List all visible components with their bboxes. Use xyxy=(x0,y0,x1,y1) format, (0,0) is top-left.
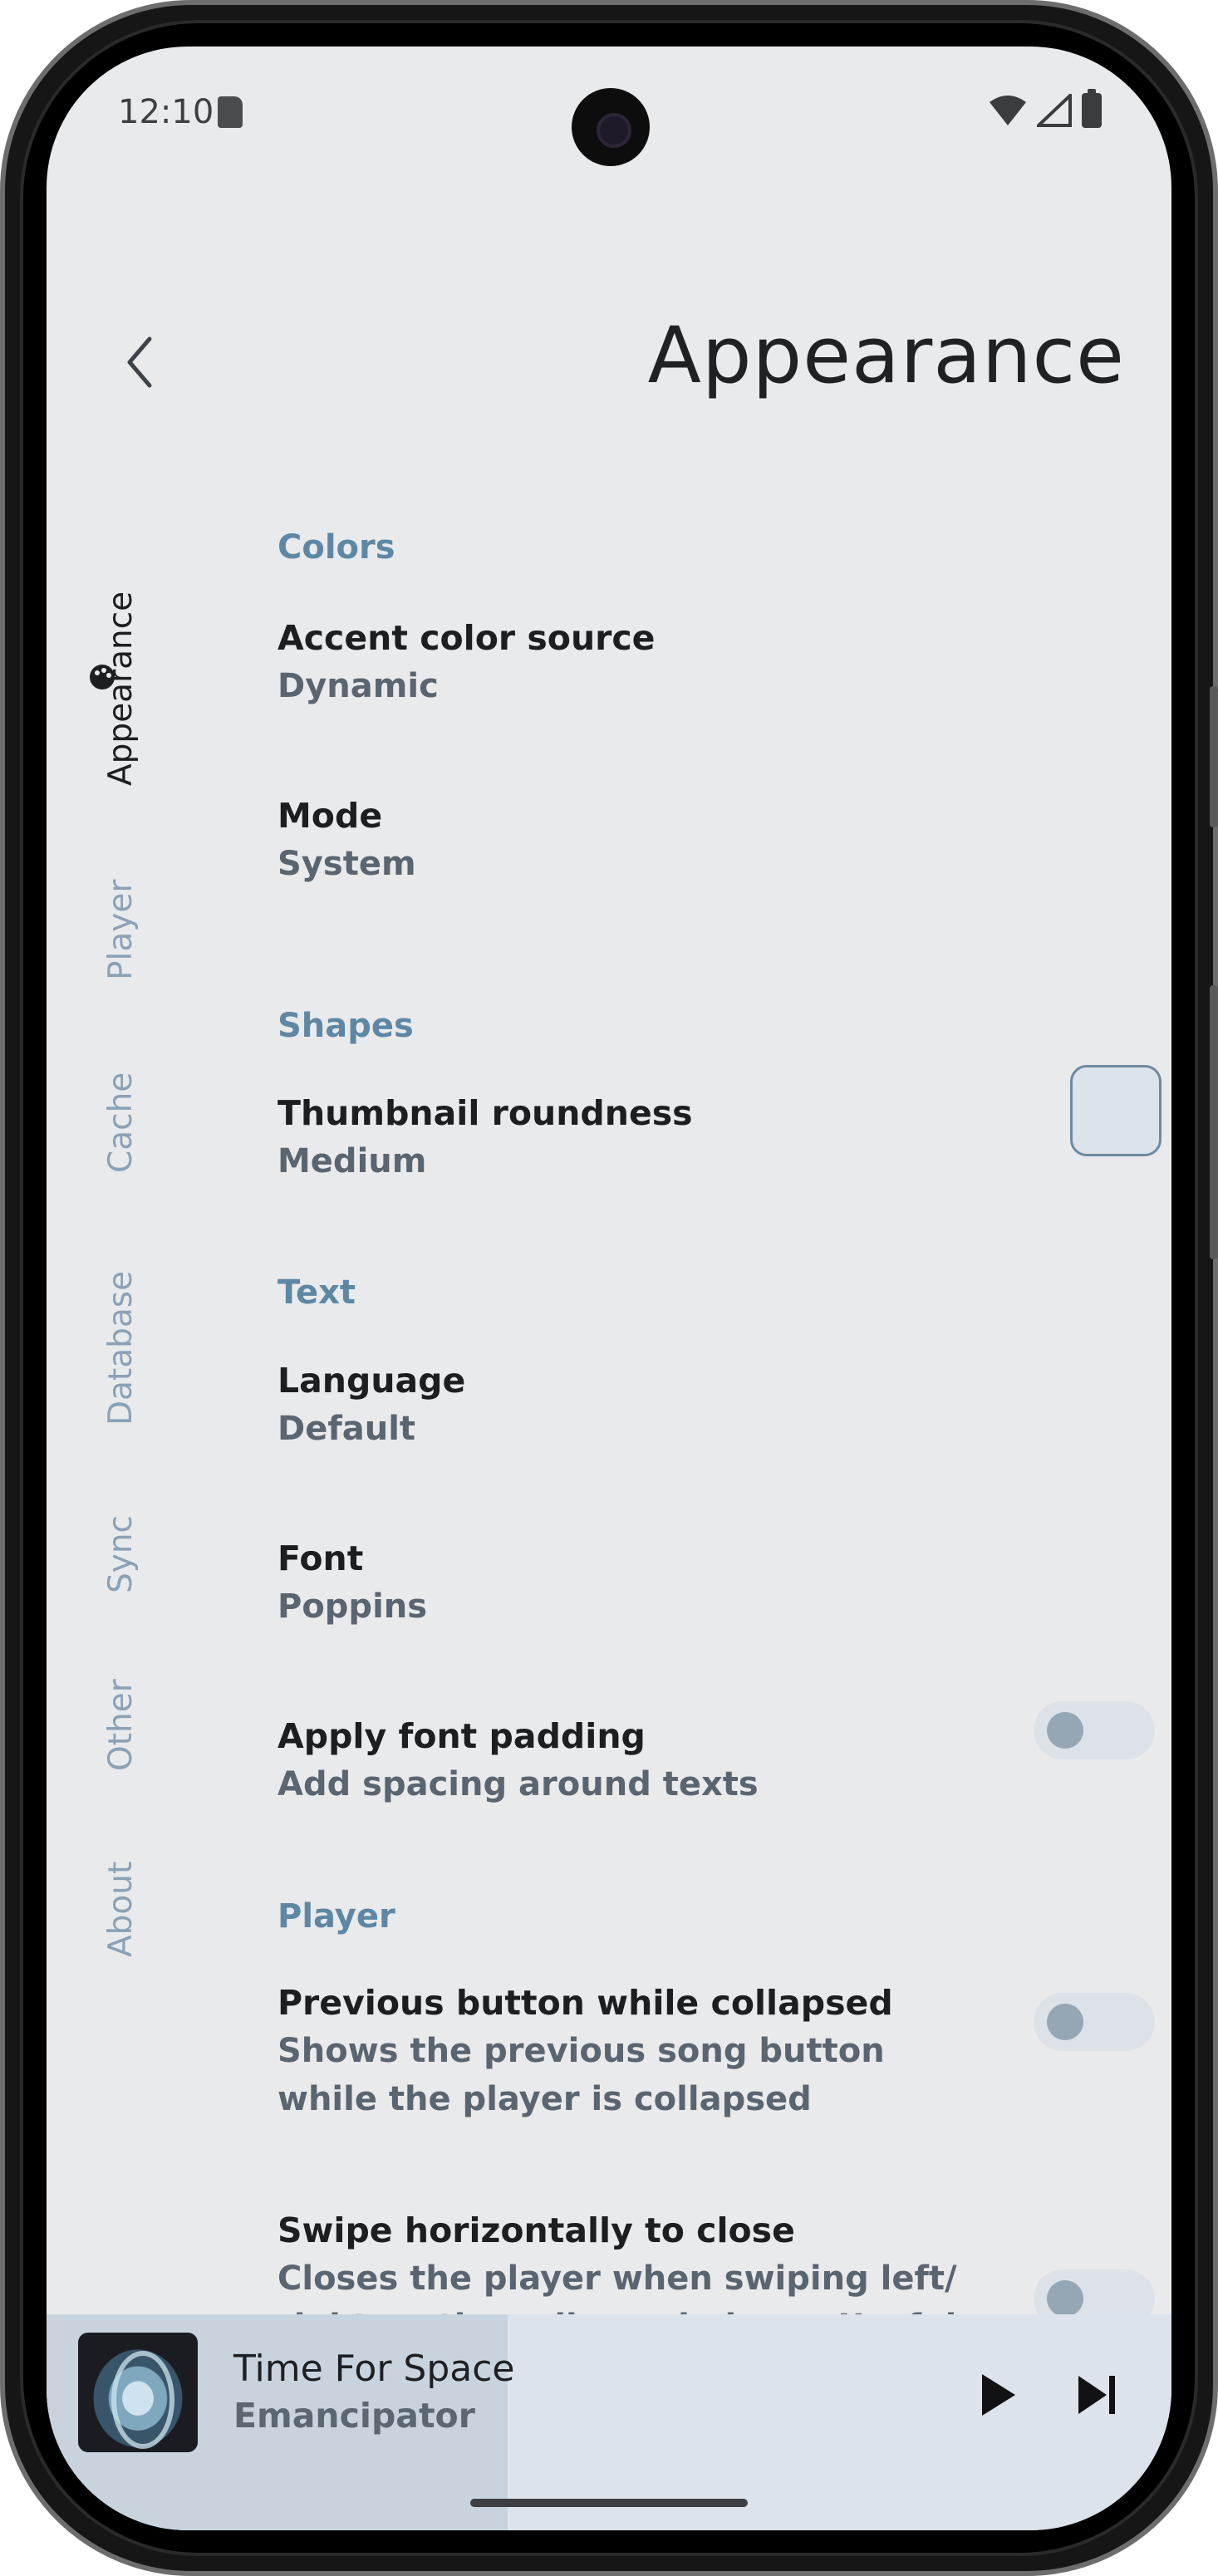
setting-value: Dynamic xyxy=(277,667,439,705)
front-camera xyxy=(572,88,650,166)
track-artist: Emancipator xyxy=(233,2396,475,2436)
setting-title: Language xyxy=(277,1361,466,1401)
setting-title: Mode xyxy=(277,796,383,836)
power-button xyxy=(1210,985,1218,1259)
toggle-thumb xyxy=(1047,2280,1083,2317)
play-icon[interactable] xyxy=(977,2371,1019,2419)
setting-previous-button-collapsed[interactable]: Previous button while collapsed Shows th… xyxy=(277,1979,1166,2123)
toggle-thumb xyxy=(1047,2004,1083,2040)
rail-item-about[interactable]: About xyxy=(102,1862,140,1957)
mini-player[interactable]: Time For Space Emancipator xyxy=(47,2314,1171,2530)
rail-item-player[interactable]: Player xyxy=(102,880,140,980)
volume-button xyxy=(1210,686,1218,827)
thumbnail-roundness-preview[interactable] xyxy=(1070,1065,1162,1156)
signal-icon xyxy=(1037,94,1072,127)
previous-button-toggle[interactable] xyxy=(1034,1993,1155,2051)
back-chevron-icon[interactable] xyxy=(116,329,166,395)
toggle-thumb xyxy=(1047,1712,1083,1749)
skip-next-icon[interactable] xyxy=(1075,2372,1118,2417)
album-art xyxy=(78,2333,198,2452)
setting-subtitle: Add spacing around texts xyxy=(277,1765,759,1803)
setting-title: Font xyxy=(277,1538,364,1578)
setting-accent-color-source[interactable]: Accent color source Dynamic xyxy=(277,614,1166,710)
rail-item-other[interactable]: Other xyxy=(102,1679,140,1771)
screen: 12:10 Appearance Appearance Player Cache… xyxy=(47,47,1171,2530)
setting-thumbnail-roundness[interactable]: Thumbnail roundness Medium xyxy=(277,1089,1166,1185)
track-title: Time For Space xyxy=(233,2348,515,2390)
battery-icon xyxy=(1082,89,1102,128)
home-indicator[interactable] xyxy=(470,2499,748,2507)
wifi-icon xyxy=(990,96,1026,125)
setting-language[interactable]: Language Default xyxy=(277,1357,1166,1453)
setting-value: Medium xyxy=(277,1142,427,1180)
section-header-text: Text xyxy=(277,1273,356,1312)
setting-value: Poppins xyxy=(277,1587,428,1626)
font-padding-toggle[interactable] xyxy=(1034,1701,1155,1759)
setting-value: System xyxy=(277,845,416,883)
rail-item-database[interactable]: Database xyxy=(102,1271,140,1425)
setting-title: Swipe horizontally to close xyxy=(277,2210,795,2250)
setting-title: Thumbnail roundness xyxy=(277,1093,693,1133)
rail-item-sync[interactable]: Sync xyxy=(102,1515,140,1593)
section-header-player: Player xyxy=(277,1897,395,1936)
page-title: Appearance xyxy=(647,311,1125,401)
section-header-colors: Colors xyxy=(277,528,395,567)
section-header-shapes: Shapes xyxy=(277,1007,414,1045)
setting-title: Accent color source xyxy=(277,618,656,658)
setting-font[interactable]: Font Poppins xyxy=(277,1534,1166,1631)
setting-title: Apply font padding xyxy=(277,1716,646,1756)
status-icons xyxy=(989,89,1102,128)
setting-subtitle: Shows the previous song button while the… xyxy=(277,2032,885,2118)
sd-card-icon xyxy=(218,96,243,128)
rail-item-appearance[interactable]: Appearance xyxy=(102,591,140,786)
setting-mode[interactable]: Mode System xyxy=(277,792,1166,888)
status-time: 12:10 xyxy=(118,93,214,131)
rail-item-cache[interactable]: Cache xyxy=(102,1072,140,1173)
setting-value: Default xyxy=(277,1410,416,1448)
